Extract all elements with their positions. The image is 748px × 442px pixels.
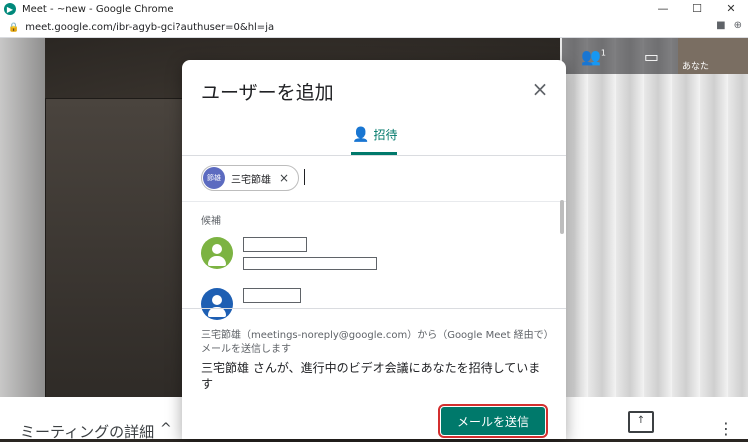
camera-icon[interactable]: ■ [716,20,725,31]
person-avatar-icon [201,237,233,269]
chip-remove-icon[interactable]: × [279,171,289,185]
maximize-button[interactable]: ☐ [680,0,714,18]
more-options-icon[interactable]: ⋮ [718,419,734,438]
tab-invite[interactable]: 👤 招待 [352,126,397,143]
suggestion-email-redacted [243,257,377,270]
chip-divider [182,201,566,202]
chip-name: 三宅節雄 [231,174,271,186]
suggestion-item[interactable] [201,288,541,324]
suggestion-name-redacted [243,237,307,252]
window-controls: — ☐ ✕ [646,0,748,18]
sender-info: 三宅節雄（meetings-noreply@google.com）から（Goog… [201,330,549,355]
zoom-icon[interactable]: ⊕ [734,20,742,31]
invite-message: 三宅節雄 さんが、進行中のビデオ会議にあなたを招待しています [201,361,541,391]
present-screen-icon[interactable]: ↑ [628,411,654,433]
person-avatar-icon [201,288,233,320]
send-email-button[interactable]: メールを送信 [438,404,548,438]
suggestions-divider [182,308,566,309]
video-curtain-left [0,38,45,439]
people-icon: 👥 [580,46,601,66]
chat-button[interactable]: ▭ [644,47,659,66]
tab-divider [182,155,566,156]
invitee-chip[interactable]: 節雄 三宅節雄 × [201,165,299,191]
suggestions-label: 候補 [201,216,221,227]
window-title: Meet - ~new - Google Chrome [22,3,174,15]
video-curtain-right [560,38,748,439]
chat-icon: ▭ [643,46,660,66]
window-titlebar: ▶ Meet - ~new - Google Chrome — ☐ ✕ [0,0,748,19]
chip-avatar: 節雄 [203,167,225,189]
meet-top-controls: 👥1 ▭ [562,38,678,74]
self-view-tile[interactable]: あなた [678,38,748,74]
chevron-up-icon[interactable]: ^ [160,421,172,437]
close-dialog-button[interactable]: × [528,78,552,102]
suggestion-name-redacted [243,288,301,303]
add-users-dialog: ユーザーを追加 × 👤 招待 節雄 三宅節雄 × 候補 三宅節雄（meeting… [182,60,566,439]
people-button[interactable]: 👥1 [581,47,606,66]
tab-invite-label: 招待 [373,128,398,142]
self-view-label: あなた [682,62,710,72]
person-add-icon: 👤 [352,126,370,143]
address-bar[interactable]: 🔒 meet.google.com/ibr-agyb-gci?authuser=… [0,18,748,38]
participants-count: 1 [600,48,606,58]
suggestions-scrollbar[interactable] [560,200,564,234]
dialog-title: ユーザーを追加 [201,82,334,104]
close-window-button[interactable]: ✕ [714,0,748,18]
suggestion-item[interactable] [201,237,541,273]
url-text[interactable]: meet.google.com/ibr-agyb-gci?authuser=0&… [25,22,274,33]
lock-icon: 🔒 [8,22,20,33]
invitee-input-caret[interactable] [304,169,305,185]
video-floor [45,98,187,400]
meet-app-icon: ▶ [4,3,16,15]
minimize-button[interactable]: — [646,0,680,18]
address-bar-icons: ■ ⊕ [716,20,742,31]
